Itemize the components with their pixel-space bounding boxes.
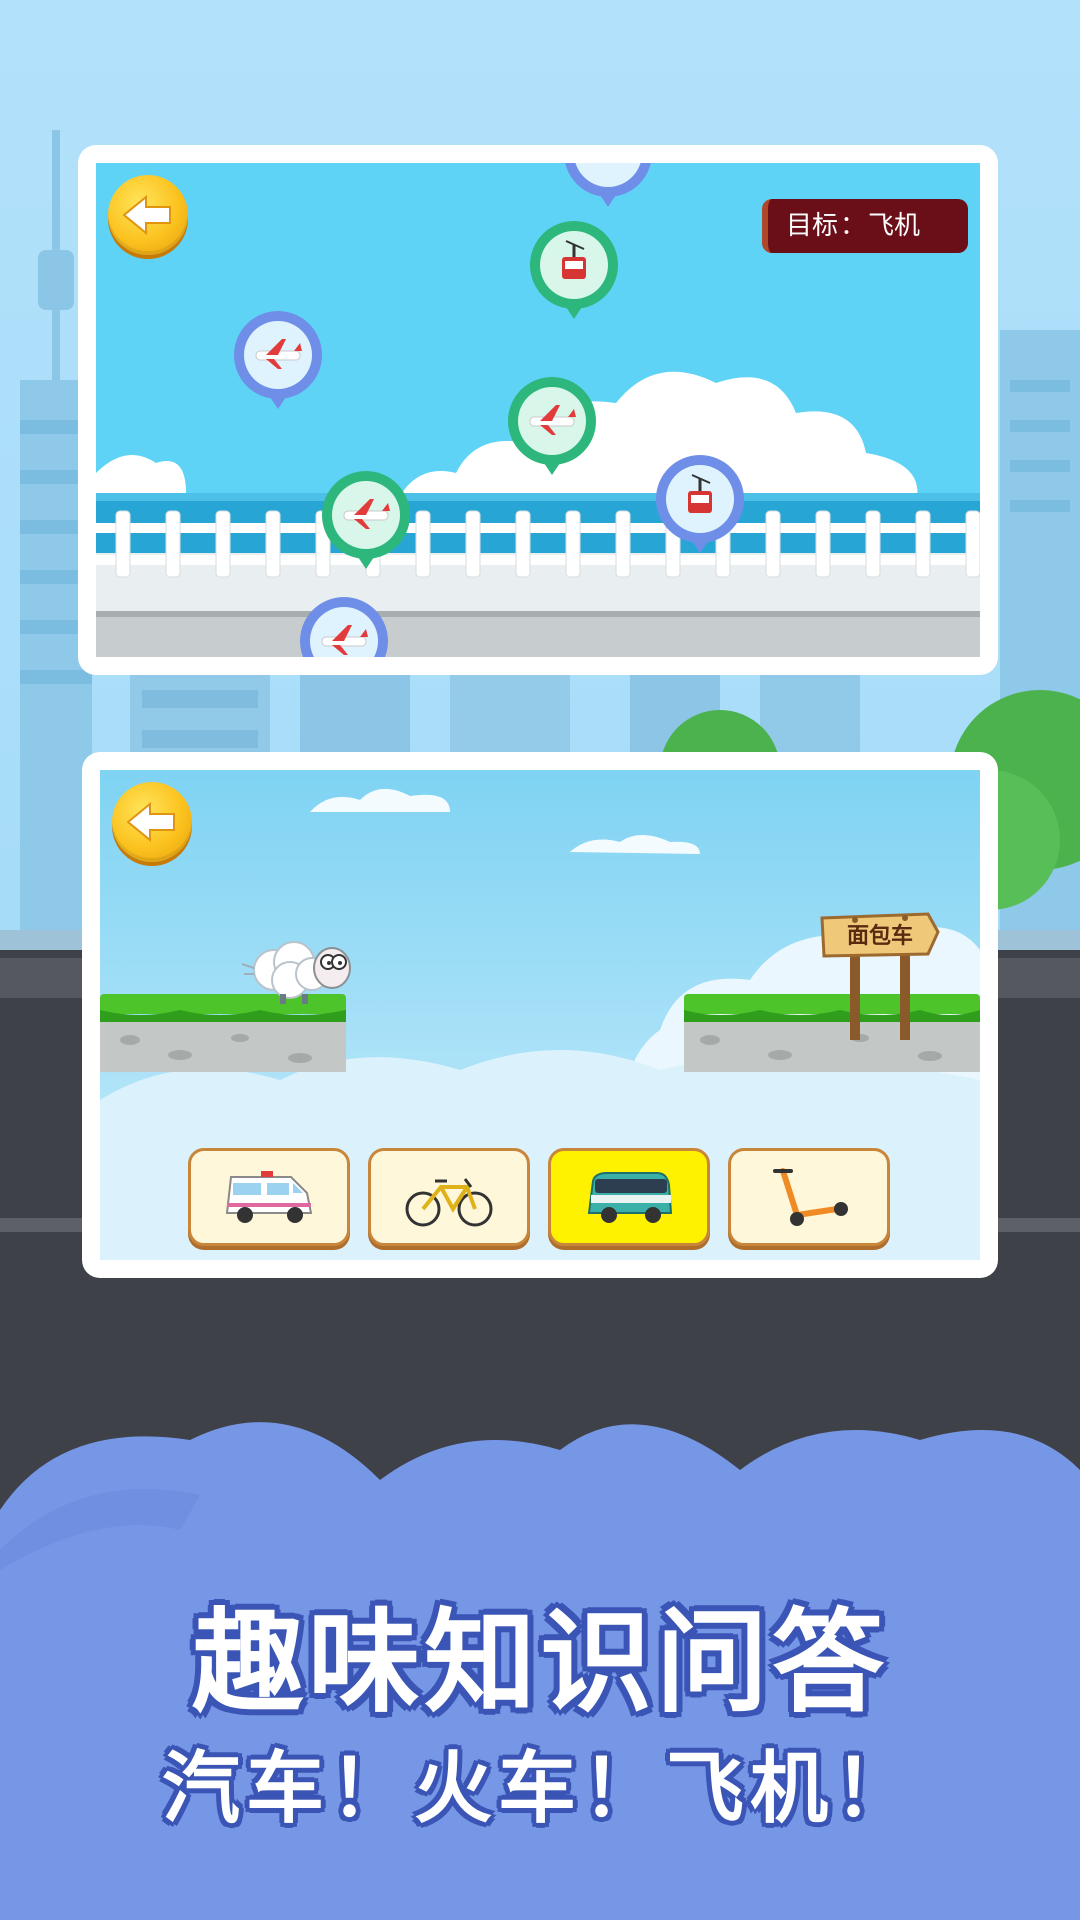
arrow-left-icon [126, 801, 175, 843]
balloon-partial[interactable] [560, 163, 656, 223]
option-bicycle[interactable] [368, 1148, 530, 1246]
balloon-airplane[interactable] [318, 469, 414, 585]
option-van[interactable] [548, 1148, 710, 1246]
sign-text: 面包车 [846, 924, 913, 949]
ambulance-icon [225, 1171, 313, 1223]
jump-game-scene: 面包车 [100, 770, 980, 1260]
bicycle-icon [405, 1178, 493, 1227]
balloon-airplane[interactable] [230, 309, 326, 425]
balloon-game-scene: 目标：飞机 [96, 163, 980, 657]
scooter-icon [773, 1168, 848, 1226]
goal-label: 目标 [786, 211, 839, 241]
balloon-cable-car[interactable] [652, 453, 748, 569]
balloon-game-panel: 目标：飞机 [78, 145, 998, 675]
answer-sign: 面包车 [820, 910, 940, 1040]
goal-badge: 目标：飞机 [762, 199, 968, 253]
balloon-airplane[interactable] [296, 595, 392, 657]
arrow-left-icon [122, 194, 171, 236]
jump-game-panel: 面包车 [82, 752, 998, 1278]
balloon-cable-car[interactable] [526, 219, 622, 335]
promo-subtitle: 汽车！火车！飞机！ [161, 1744, 918, 1834]
sheep-icon [241, 941, 351, 1004]
back-button[interactable] [108, 175, 188, 255]
option-scooter[interactable] [728, 1148, 890, 1246]
option-ambulance[interactable] [188, 1148, 350, 1246]
promo-title: 趣味知识问答 [192, 1598, 888, 1728]
back-button[interactable] [112, 782, 192, 862]
balloon-airplane[interactable] [504, 375, 600, 491]
van-icon [587, 1172, 673, 1223]
goal-value: 飞机 [868, 211, 921, 241]
goal-separator: ： [840, 211, 867, 241]
